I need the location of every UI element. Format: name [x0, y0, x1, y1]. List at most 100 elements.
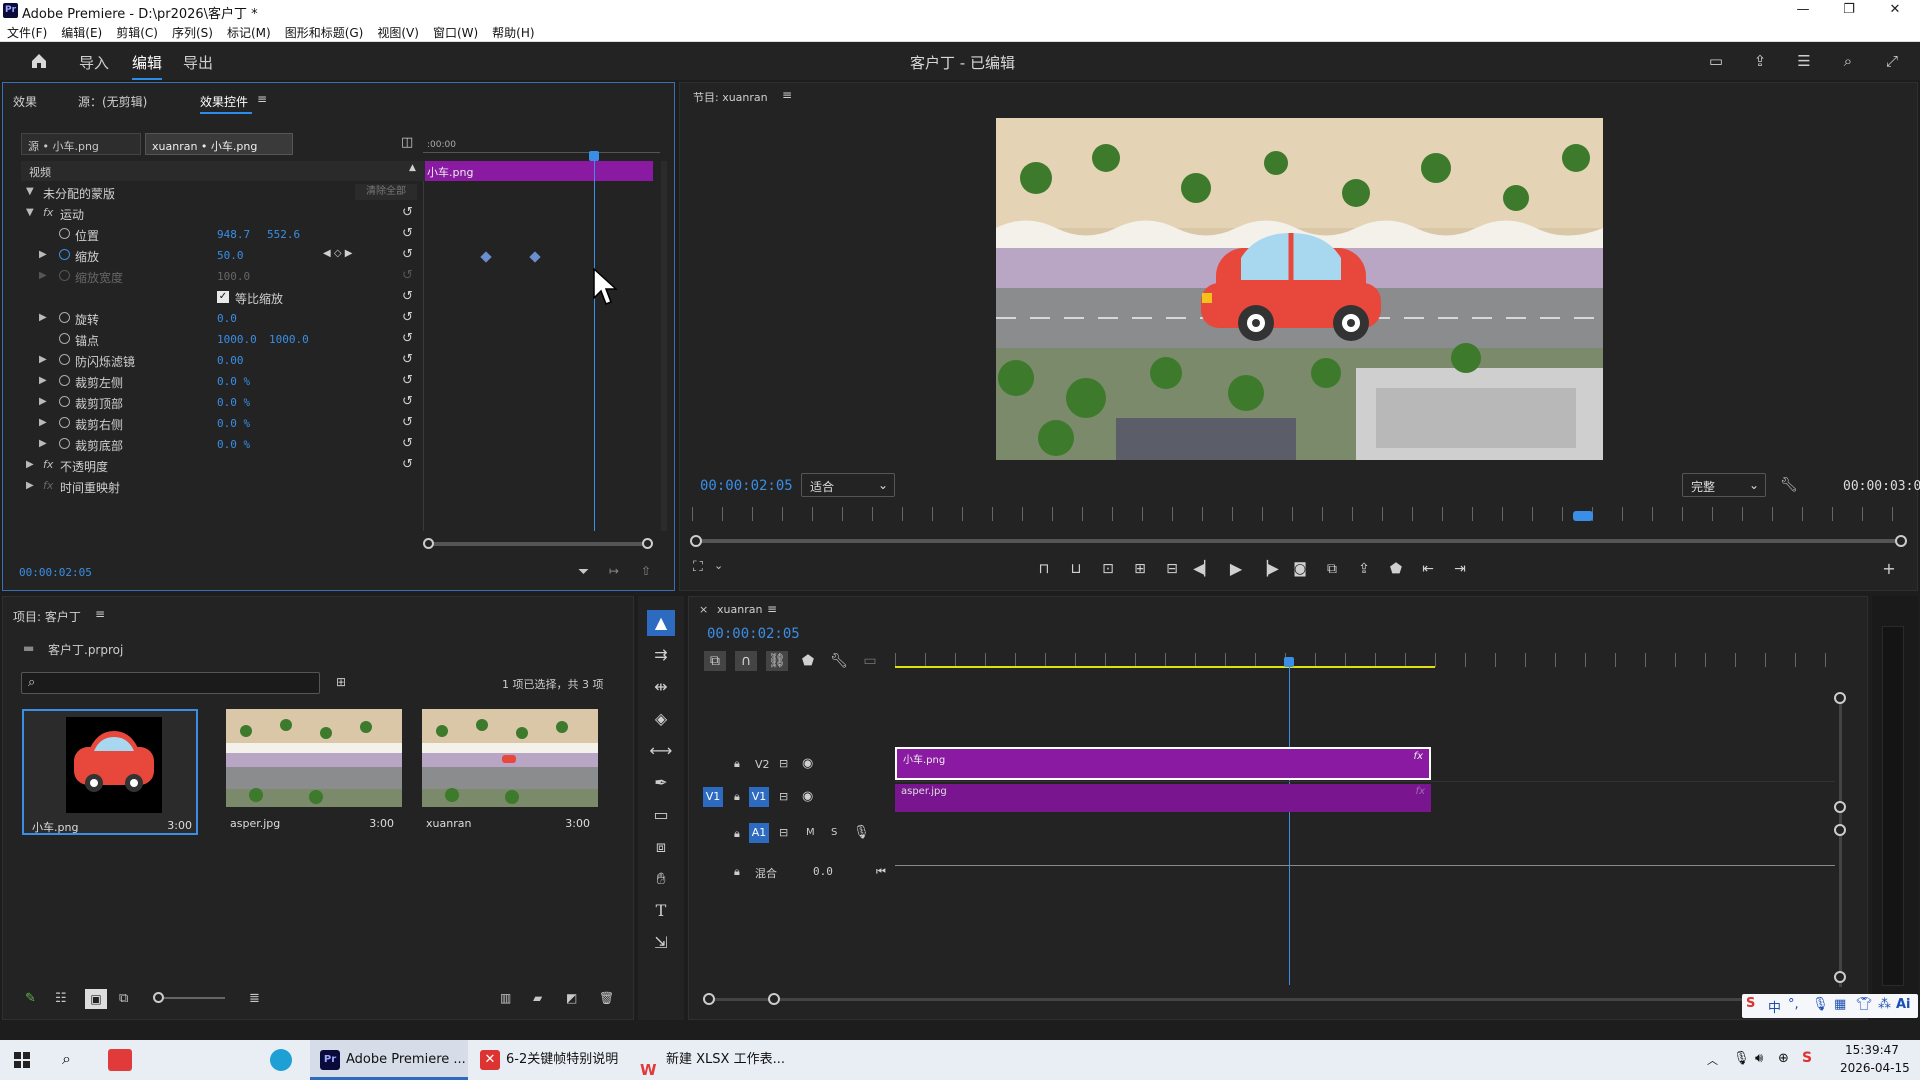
tray-chevron-icon[interactable]: ︿ [1707, 1052, 1718, 1068]
stopwatch-icon[interactable] [59, 417, 70, 428]
menu-graphics[interactable]: 图形和标题(G) [278, 21, 371, 41]
param-row-position[interactable]: 位置 948.7 552.6 ↺ [21, 224, 425, 244]
taskbar-doc[interactable]: ✕ 6-2关键帧特别说明 [472, 1040, 624, 1080]
reset-icon[interactable]: ↺ [402, 415, 413, 430]
type-tool-icon[interactable]: T [647, 898, 675, 924]
pen-icon[interactable]: ✒ [647, 770, 675, 796]
tools-grid-icon[interactable]: ⁂ [1878, 997, 1891, 1012]
lock-icon[interactable]: 🔒︎ [734, 757, 740, 771]
ec-scroll-handle-right[interactable] [642, 538, 653, 549]
quality-dropdown[interactable]: 完整 ⌄ [1682, 473, 1766, 497]
camera-icon[interactable]: ◙ [1289, 559, 1311, 579]
panel-menu-icon[interactable]: ≡ [767, 602, 777, 616]
clock-date[interactable]: 2026-04-15 [1840, 1061, 1910, 1075]
ec-zoom-scrollbar[interactable] [427, 542, 649, 546]
lock-icon[interactable]: 🔒︎ [734, 827, 740, 841]
menu-clip[interactable]: 剪辑(C) [109, 21, 165, 41]
stopwatch-icon[interactable] [59, 396, 70, 407]
ec-vertical-scrollbar[interactable] [661, 161, 667, 531]
caption-tool-icon[interactable]: ⇲ [647, 930, 675, 956]
snap-icon[interactable]: ∩ [735, 651, 757, 671]
ec-scroll-handle-left[interactable] [423, 538, 434, 549]
reset-icon[interactable]: ↺ [402, 226, 413, 241]
sogou-tray-icon[interactable]: S [1802, 1050, 1812, 1066]
search-input[interactable]: ⌕ [21, 672, 320, 694]
program-ruler[interactable] [692, 507, 1907, 521]
eye-icon[interactable]: ◉ [802, 789, 813, 804]
keyframe-ruler[interactable]: :00:00 [423, 135, 660, 153]
stopwatch-icon[interactable] [59, 438, 70, 449]
panel-menu-icon[interactable]: ≡ [257, 92, 267, 106]
program-timecode[interactable]: 00:00:02:05 [700, 478, 793, 494]
opacity-row[interactable]: ▶ fx 不透明度 ↺ [21, 455, 425, 475]
menu-markers[interactable]: 标记(M) [220, 21, 278, 41]
list-view-icon[interactable]: ☷ [55, 991, 67, 1006]
project-item[interactable]: 小车.png 3:00 [22, 709, 198, 835]
reset-icon[interactable]: ↺ [402, 394, 413, 409]
param-row-rotation[interactable]: ▶ 旋转 0.0 ↺ [21, 308, 425, 328]
reframe-icon[interactable]: ⧈ [647, 834, 675, 860]
param-row-crop-bottom[interactable]: ▶ 裁剪底部 0.0 % ↺ [21, 434, 425, 454]
param-row-antiflicker[interactable]: ▶ 防闪烁滤镜 0.00 ↺ [21, 350, 425, 370]
track-select-icon[interactable]: ⇉ [647, 642, 675, 668]
lift-icon[interactable]: ⊓ [1033, 559, 1055, 579]
timeline-timecode[interactable]: 00:00:02:05 [707, 626, 800, 642]
rectangle-icon[interactable]: ▭ [647, 802, 675, 828]
keyframe-nav-icon[interactable]: ◀ ◇ ▶ [323, 248, 352, 259]
tab-source[interactable]: 源：(无剪辑) [78, 93, 147, 110]
step-forward-icon[interactable]: ▕▶ [1257, 559, 1279, 579]
ime-toolbar[interactable]: S 中 °, 🎙︎ ▦ 👕︎ ⁂ Ai [1742, 994, 1918, 1018]
punctuation-icon[interactable]: °, [1788, 997, 1799, 1012]
program-zoom-right-handle[interactable] [1895, 535, 1907, 547]
ime-lang[interactable]: 中 [1768, 997, 1781, 1016]
menu-edit[interactable]: 编辑(E) [54, 21, 109, 41]
a-scroll-handle-top[interactable] [1834, 824, 1846, 836]
param-row-crop-left[interactable]: ▶ 裁剪左侧 0.0 % ↺ [21, 371, 425, 391]
tab-edit[interactable]: 编辑 [132, 52, 163, 80]
eye-icon[interactable]: ◉ [802, 756, 813, 771]
linked-selection-icon[interactable]: ⛓ [766, 651, 788, 671]
ripple-edit-icon[interactable]: ⇹ [647, 674, 675, 700]
go-out-icon[interactable]: ⇥ [1449, 559, 1471, 579]
param-row-anchor[interactable]: 锚点 1000.0 1000.0 ↺ [21, 329, 425, 349]
pencil-icon[interactable]: ✎ [25, 991, 36, 1006]
h-scroll-handle-right[interactable] [768, 993, 780, 1005]
stopwatch-icon[interactable] [59, 228, 70, 239]
v-scroll-handle-mid[interactable] [1834, 801, 1846, 813]
ime-mic-icon[interactable]: 🎙︎ [1812, 997, 1829, 1012]
lock-icon[interactable]: 🔒︎ [734, 865, 740, 879]
clip-bar[interactable]: 小车.png [423, 161, 653, 181]
clip-v1[interactable]: asper.jpg fx [895, 784, 1431, 812]
time-remap-row[interactable]: ▶ fx 时间重映射 [21, 476, 425, 496]
play-audio-icon[interactable]: ↦ [609, 564, 619, 578]
keyboard-icon[interactable]: ▦ [1834, 997, 1846, 1012]
zoom-slider-handle[interactable] [153, 992, 164, 1003]
menu-window[interactable]: 窗口(W) [426, 21, 485, 41]
param-row-scale[interactable]: ▶ 缩放 50.0 ◀ ◇ ▶ ↺ [21, 245, 425, 265]
menu-view[interactable]: 视图(V) [370, 21, 426, 41]
reset-icon[interactable]: ↺ [402, 436, 413, 451]
mute-button[interactable]: M [806, 827, 815, 838]
trash-icon[interactable]: 🗑︎ [599, 991, 614, 1005]
taskbar-premiere[interactable]: Pr Adobe Premiere ... [310, 1040, 468, 1080]
stopwatch-active-icon[interactable] [59, 249, 70, 260]
razor-icon[interactable]: ◈ [647, 706, 675, 732]
new-item-icon[interactable]: ◩ [566, 991, 577, 1005]
chevron-down-icon[interactable]: ⌄ [714, 559, 723, 572]
workspace-icon[interactable]: ▭ [1706, 51, 1726, 71]
taskbar-wps[interactable]: W 新建 XLSX 工作表... [636, 1040, 786, 1080]
motion-row[interactable]: ▼ fx 运动 ↺ [21, 203, 425, 223]
snapshot-compare-icon[interactable]: ⊡ [1097, 559, 1119, 579]
export-frame-icon[interactable]: ⇪ [1353, 559, 1375, 579]
add-marker-icon[interactable]: ⬟ [797, 651, 819, 671]
ec-timecode[interactable]: 00:00:02:05 [19, 566, 92, 579]
stopwatch-icon[interactable] [59, 333, 70, 344]
play-icon[interactable]: ▶ [1225, 559, 1247, 579]
panels-icon[interactable]: ☰ [1794, 51, 1814, 71]
sync-lock-icon[interactable]: ⊟ [779, 790, 788, 803]
volume-icon[interactable]: 🔊︎ [1755, 1051, 1763, 1066]
sequence-clip-button[interactable]: xuanran • 小车.png [145, 133, 293, 155]
video-frame[interactable] [996, 118, 1603, 460]
tab-effect-controls[interactable]: 效果控件 [200, 93, 248, 110]
marker-icon[interactable]: ⬟ [1385, 559, 1407, 579]
